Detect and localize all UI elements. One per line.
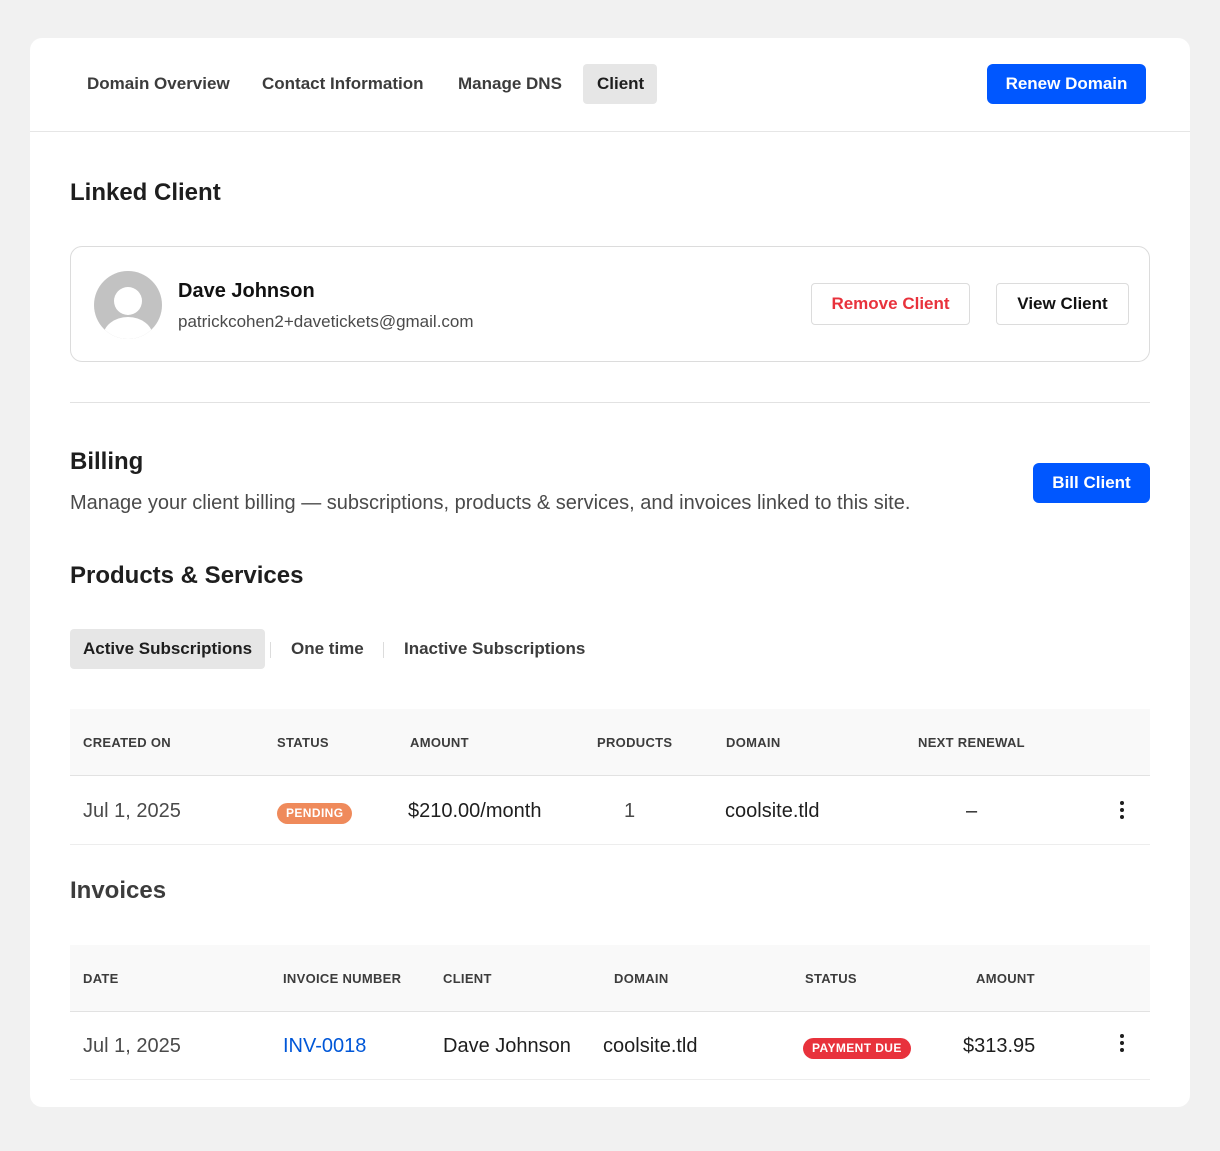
invoices-table-header: DATE INVOICE NUMBER CLIENT DOMAIN STATUS… [70,945,1150,1012]
avatar [94,271,162,339]
table-row[interactable]: Jul 1, 2025 INV-0018 Dave Johnson coolsi… [70,1012,1150,1080]
section-divider [70,402,1150,403]
next-renewal-cell: – [966,800,978,822]
view-client-button[interactable]: View Client [996,283,1129,325]
client-email: patrickcohen2+davetickets@gmail.com [178,312,474,331]
amount-cell: $210.00/month [408,800,542,822]
subscriptions-table-header: CREATED ON STATUS AMOUNT PRODUCTS DOMAIN… [70,709,1150,776]
invoice-amount-cell: $313.95 [963,1035,1036,1057]
domain-cell: coolsite.tld [725,800,820,822]
column-header: NEXT RENEWAL [918,735,1025,750]
billing-title: Billing [70,448,144,475]
more-options-icon[interactable] [1112,1033,1132,1055]
column-header: AMOUNT [410,735,469,750]
column-header: CLIENT [443,971,492,986]
status-badge: PAYMENT DUE [803,1038,911,1059]
column-header: INVOICE NUMBER [283,971,402,986]
column-header: STATUS [277,735,329,750]
tab-separator [383,642,384,658]
tab-domain-overview[interactable]: Domain Overview [73,64,244,104]
user-head-icon [114,287,142,315]
column-header: CREATED ON [83,735,171,750]
created-on-cell: Jul 1, 2025 [83,800,181,822]
column-header: DOMAIN [726,735,781,750]
remove-client-button[interactable]: Remove Client [811,283,970,325]
client-name: Dave Johnson [178,280,315,302]
linked-client-card: Dave Johnson patrickcohen2+davetickets@g… [70,246,1150,362]
tab-contact-information[interactable]: Contact Information [248,64,438,104]
invoices-title: Invoices [70,877,167,904]
column-header: AMOUNT [976,971,1035,986]
column-header: DATE [83,971,119,986]
products-cell: 1 [624,800,636,822]
invoice-date-cell: Jul 1, 2025 [83,1035,181,1057]
user-body-icon [103,317,153,339]
more-options-icon[interactable] [1112,800,1132,822]
status-badge: PENDING [277,803,353,824]
tab-active-subscriptions[interactable]: Active Subscriptions [70,629,266,669]
products-services-title: Products & Services [70,562,304,589]
invoice-number-link[interactable]: INV-0018 [283,1012,366,1080]
main-card: Domain Overview Contact Information Mana… [30,38,1190,1107]
tab-inactive-subscriptions[interactable]: Inactive Subscriptions [391,629,598,669]
column-header: PRODUCTS [597,735,673,750]
tab-one-time[interactable]: One time [278,629,377,669]
renew-domain-button[interactable]: Renew Domain [987,64,1146,104]
top-navigation: Domain Overview Contact Information Mana… [30,38,1190,132]
linked-client-title: Linked Client [70,179,221,206]
tab-client[interactable]: Client [583,64,657,104]
invoice-client-cell: Dave Johnson [443,1035,571,1057]
column-header: STATUS [805,971,857,986]
invoice-domain-cell: coolsite.tld [603,1035,698,1057]
tab-separator [270,642,271,658]
tab-manage-dns[interactable]: Manage DNS [444,64,576,104]
billing-description: Manage your client billing — subscriptio… [70,492,911,514]
bill-client-button[interactable]: Bill Client [1033,463,1150,503]
table-row[interactable]: Jul 1, 2025 PENDING $210.00/month 1 cool… [70,777,1150,845]
column-header: DOMAIN [614,971,669,986]
